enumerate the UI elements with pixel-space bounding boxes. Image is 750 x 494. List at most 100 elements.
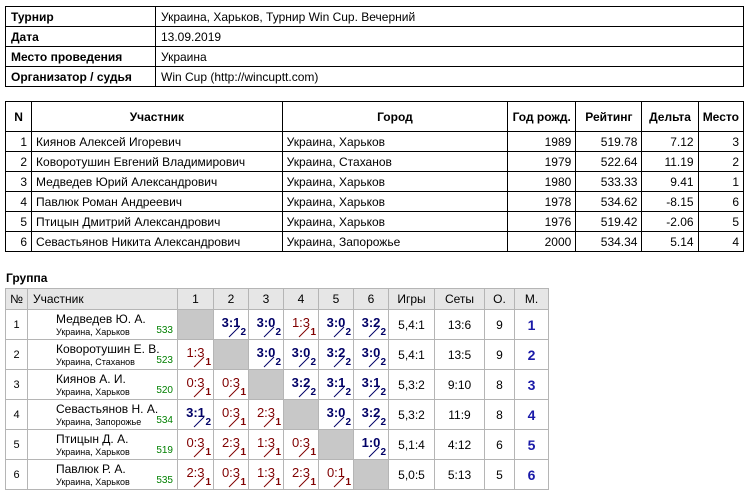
- points-cell: 9: [484, 309, 515, 340]
- group-row: 2 Коворотушин Е. В. Украина, Стаханов 523 1:…: [5, 339, 549, 370]
- player-cell: Павлюк Р. А. Украина, Харьков 535: [27, 459, 178, 490]
- participant-cell: Украина, Запорожье: [281, 231, 509, 252]
- points-cell: 6: [484, 429, 515, 460]
- participant-cell: Украина, Харьков: [281, 171, 509, 192]
- group-results-table: № Участник 1 2 3 4 5 6 Игры Сеты О. М. 1 Медведев Ю.…: [5, 288, 549, 490]
- match-points: 2: [310, 387, 316, 398]
- match-points: 1: [205, 477, 211, 488]
- player-city: Украина, Запорожье: [56, 417, 142, 427]
- match-points: 1: [240, 417, 246, 428]
- player-name: Птицын Д. А.: [56, 432, 129, 446]
- info-value: Украина, Харьков, Турнир Win Cup. Вечерн…: [155, 6, 744, 27]
- group-row: 5 Птицын Д. А. Украина, Харьков 519 0:3 1 2:3 1…: [5, 429, 549, 460]
- match-points-marker: 2: [333, 354, 351, 368]
- participant-cell: 533.33: [575, 171, 643, 192]
- participant-cell: Павлюк Роман Андреевич: [31, 191, 283, 212]
- group-header-cell: Участник: [27, 288, 178, 310]
- participant-cell: Украина, Харьков: [281, 131, 509, 152]
- diagonal-cell: [353, 459, 389, 490]
- match-result-cell: 0:3 1: [213, 399, 249, 430]
- player-city: Украина, Харьков: [56, 387, 130, 397]
- row-number: 1: [5, 309, 28, 340]
- tournament-info-table: Турнир Украина, Харьков, Турнир Win Cup. …: [5, 6, 744, 87]
- diagonal-cell: [213, 339, 249, 370]
- match-points-marker: 1: [298, 444, 316, 458]
- participant-cell: Севастьянов Никита Александрович: [31, 231, 283, 252]
- participant-row: 1 Киянов Алексей Игоревич Украина, Харьков…: [4, 131, 745, 152]
- match-points: 1: [205, 357, 211, 368]
- participant-row: 4 Павлюк Роман Андреевич Украина, Харьков 1…: [4, 191, 745, 212]
- group-header-cell: 1: [177, 288, 214, 310]
- participant-cell: 519.78: [575, 131, 643, 152]
- participant-cell: 5: [697, 211, 745, 232]
- participant-cell: 5.14: [641, 231, 699, 252]
- participant-cell: 1978: [507, 191, 577, 212]
- info-label: Турнир: [5, 6, 156, 27]
- participant-row: 2 Коворотушин Евгений Владимирович Украина…: [4, 151, 745, 172]
- row-number: 4: [5, 399, 28, 430]
- player-rating: 523: [156, 355, 173, 366]
- match-result-cell: 3:0 2: [248, 339, 284, 370]
- match-points: 1: [275, 447, 281, 458]
- match-result-cell: 0:1 1: [318, 459, 354, 490]
- info-row: Организатор / судья Win Cup (http://wincu…: [5, 66, 744, 87]
- match-points: 2: [345, 327, 351, 338]
- match-result-cell: 3:1 2: [353, 369, 389, 400]
- group-title: Группа: [6, 271, 48, 285]
- player-name: Медведев Ю. А.: [56, 312, 146, 326]
- info-value: Украина: [155, 46, 744, 67]
- player-city: Украина, Харьков: [56, 477, 130, 487]
- participant-cell: 4: [4, 191, 33, 212]
- match-points-marker: 1: [263, 474, 281, 488]
- match-points-marker: 2: [368, 324, 386, 338]
- participant-cell: 519.42: [575, 211, 643, 232]
- info-label: Место проведения: [5, 46, 156, 67]
- participant-cell: 2: [697, 151, 745, 172]
- participant-cell: 534.34: [575, 231, 643, 252]
- match-points-marker: 1: [263, 444, 281, 458]
- match-points-marker: 1: [228, 414, 246, 428]
- sets-cell: 13:6: [434, 309, 485, 340]
- games-cell: 5,1:4: [388, 429, 435, 460]
- player-city: Украина, Стаханов: [56, 357, 135, 367]
- match-result-cell: 2:3 1: [283, 459, 319, 490]
- player-cell: Севастьянов Н. А. Украина, Запорожье 534: [27, 399, 178, 430]
- participant-cell: 522.64: [575, 151, 643, 172]
- player-cell: Птицын Д. А. Украина, Харьков 519: [27, 429, 178, 460]
- diagonal-cell: [318, 429, 354, 460]
- diagonal-cell: [177, 309, 214, 340]
- group-header-cell: 5: [318, 288, 354, 310]
- points-cell: 8: [484, 369, 515, 400]
- group-header-cell: М.: [514, 288, 549, 310]
- match-points: 1: [310, 477, 316, 488]
- match-points-marker: 2: [368, 384, 386, 398]
- sets-cell: 9:10: [434, 369, 485, 400]
- place-cell: 6: [514, 459, 549, 490]
- match-points-marker: 1: [228, 384, 246, 398]
- diagonal-cell: [248, 369, 284, 400]
- player-rating: 520: [156, 385, 173, 396]
- participant-cell: 2000: [507, 231, 577, 252]
- match-points-marker: 1: [193, 444, 211, 458]
- info-label: Дата: [5, 26, 156, 47]
- participant-cell: 1: [697, 171, 745, 192]
- match-result-cell: 1:0 2: [353, 429, 389, 460]
- match-points: 1: [240, 477, 246, 488]
- match-points: 1: [310, 447, 316, 458]
- group-row: 1 Медведев Ю. А. Украина, Харьков 533 3:1 2 3:…: [5, 309, 549, 340]
- player-name: Коворотушин Е. В.: [56, 342, 160, 356]
- row-number: 3: [5, 369, 28, 400]
- participant-cell: 1: [4, 131, 33, 152]
- player-name: Севастьянов Н. А.: [56, 402, 159, 416]
- player-cell: Коворотушин Е. В. Украина, Стаханов 523: [27, 339, 178, 370]
- match-points: 2: [310, 357, 316, 368]
- match-points-marker: 1: [193, 474, 211, 488]
- match-points-marker: 1: [228, 444, 246, 458]
- match-points: 1: [240, 387, 246, 398]
- participant-cell: 5: [4, 211, 33, 232]
- participants-header-cell: Рейтинг: [575, 101, 643, 132]
- match-result-cell: 1:3 1: [283, 309, 319, 340]
- participants-header-cell: N: [4, 101, 33, 132]
- participant-cell: 534.62: [575, 191, 643, 212]
- match-points-marker: 2: [263, 354, 281, 368]
